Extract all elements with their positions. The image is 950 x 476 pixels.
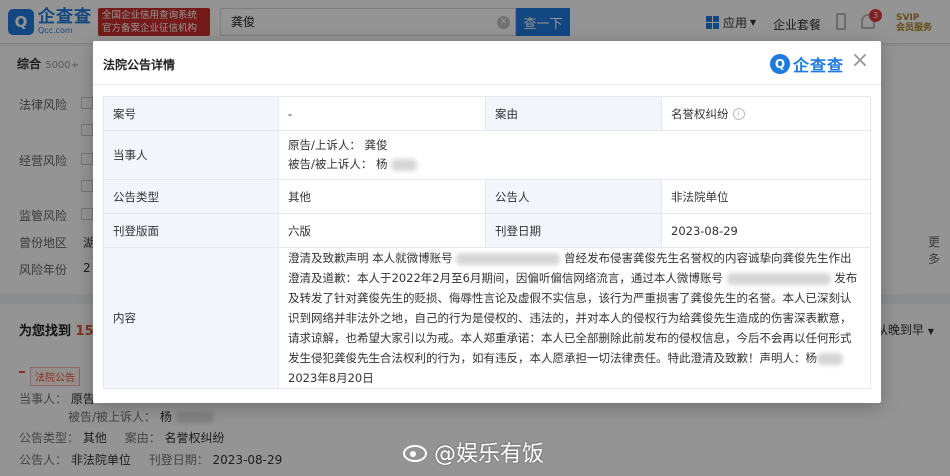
plaintiff-line: 原告/上诉人： 龚俊 <box>288 136 861 155</box>
table-row: 内容 澄清及致歉声明 本人就微博账号 曾经发布侵害龚俊先生名誉权的内容诚挚向龚俊… <box>103 247 871 389</box>
court-announcement-dialog: 法院公告详情 Q 企查查 × 案号 - 案由 名誉权纠纷 i 当事人 原告/上诉人… <box>93 41 881 403</box>
case-number-value: - <box>278 96 486 131</box>
redacted-account <box>726 272 831 285</box>
table-row: 刊登版面 六版 刊登日期 2023-08-29 <box>103 213 871 248</box>
publication-date-value: 2023-08-29 <box>661 213 871 248</box>
publication-page-label: 刊登版面 <box>103 213 279 248</box>
case-number-label: 案号 <box>103 96 279 131</box>
announcer-value: 非法院单位 <box>661 179 871 214</box>
redacted-name <box>817 352 843 365</box>
plaintiff-text[interactable]: 原告/上诉人： 龚俊 <box>288 138 388 152</box>
announcement-type-label: 公告类型 <box>103 179 279 214</box>
announcement-type-value: 其他 <box>278 179 486 214</box>
publication-date-label: 刊登日期 <box>485 213 662 248</box>
defendant-text: 被告/被上诉人： 杨 <box>288 157 388 171</box>
publication-page-value: 六版 <box>278 213 486 248</box>
content-label: 内容 <box>103 247 279 389</box>
info-icon[interactable]: i <box>732 108 745 120</box>
watermark-text: @娱乐有饭 <box>434 442 545 467</box>
cause-cell: 名誉权纠纷 i <box>661 96 871 131</box>
table-row: 当事人 原告/上诉人： 龚俊 被告/被上诉人： 杨 <box>103 130 871 180</box>
table-row: 公告类型 其他 公告人 非法院单位 <box>103 179 871 214</box>
announcement-detail-table: 案号 - 案由 名誉权纠纷 i 当事人 原告/上诉人： 龚俊 被告/被上诉人： 杨… <box>103 96 871 389</box>
brand-text: 企查查 <box>793 56 845 75</box>
cause-value: 名誉权纠纷 <box>671 106 729 121</box>
dialog-title: 法院公告详情 <box>103 58 176 72</box>
brand-logo: Q 企查查 <box>770 52 844 76</box>
party-label: 当事人 <box>103 130 279 180</box>
weibo-icon <box>401 440 429 464</box>
announcer-label: 公告人 <box>485 179 662 214</box>
party-cell: 原告/上诉人： 龚俊 被告/被上诉人： 杨 <box>278 130 871 180</box>
table-row: 案号 - 案由 名誉权纠纷 i <box>103 96 871 131</box>
watermark: @娱乐有饭 <box>401 436 544 468</box>
content-text-date: 2023年8月20日 <box>288 371 374 385</box>
cause-label: 案由 <box>485 96 662 131</box>
content-text-part1: 澄清及致歉声明 本人就微博账号 <box>288 251 453 265</box>
qcc-logo-icon: Q <box>770 54 790 74</box>
dialog-header: 法院公告详情 Q 企查查 × <box>93 41 881 85</box>
defendant-line: 被告/被上诉人： 杨 <box>288 155 861 174</box>
redacted-account <box>456 252 561 265</box>
redacted-name <box>391 158 418 171</box>
content-text-part3: 发布及转发了针对龚俊先生的贬损、侮辱性言论及虚假不实信息，该行为严重损害了龚俊先… <box>288 271 858 365</box>
content-cell: 澄清及致歉声明 本人就微博账号 曾经发布侵害龚俊先生名誉权的内容诚挚向龚俊先生作… <box>278 247 871 389</box>
close-icon[interactable]: × <box>850 50 870 72</box>
